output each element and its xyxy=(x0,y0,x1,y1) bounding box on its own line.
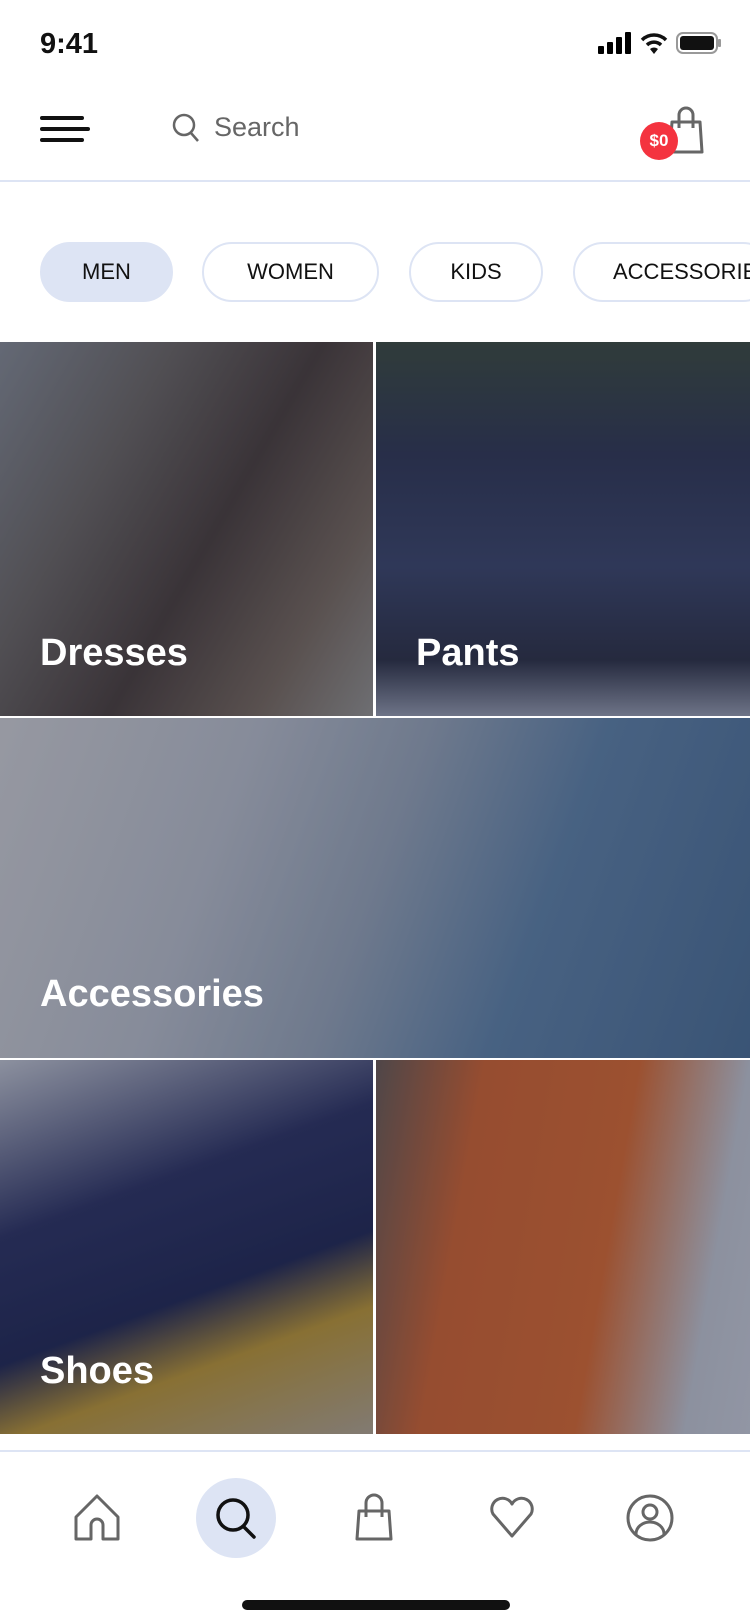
nav-favorites[interactable] xyxy=(472,1478,552,1558)
category-dresses[interactable]: Dresses xyxy=(0,342,373,716)
bag-icon xyxy=(355,1493,393,1541)
search-field[interactable]: Search xyxy=(172,112,300,143)
battery-icon xyxy=(676,32,721,54)
status-time: 9:41 xyxy=(40,28,99,60)
search-icon xyxy=(172,113,199,142)
category-pants[interactable]: Pants xyxy=(376,342,750,716)
status-icons xyxy=(598,32,722,54)
search-icon xyxy=(216,1498,256,1539)
nav-search[interactable] xyxy=(196,1478,276,1558)
profile-icon xyxy=(626,1494,674,1542)
category-shoes[interactable]: Shoes xyxy=(0,1060,373,1434)
category-label: Accessories xyxy=(40,973,264,1015)
bottom-nav-divider xyxy=(0,1450,750,1452)
wifi-icon xyxy=(640,33,668,54)
header-divider xyxy=(0,180,750,182)
nav-home[interactable] xyxy=(57,1478,137,1558)
category-label: Shoes xyxy=(40,1350,155,1392)
search-placeholder: Search xyxy=(214,112,300,142)
chip-accessories[interactable]: ACCESSORIES xyxy=(573,242,750,302)
home-icon xyxy=(74,1494,120,1541)
signal-icon xyxy=(598,32,631,54)
chip-women[interactable]: WOMEN xyxy=(202,242,379,302)
cart-badge: $0 xyxy=(640,122,678,160)
nav-profile[interactable] xyxy=(610,1478,690,1558)
category-accessories[interactable]: Accessories xyxy=(0,718,750,1058)
cart-button[interactable]: $0 xyxy=(640,106,706,162)
home-indicator[interactable] xyxy=(242,1600,510,1610)
chip-kids[interactable]: KIDS xyxy=(409,242,543,302)
chip-men[interactable]: MEN xyxy=(40,242,173,302)
nav-bag[interactable] xyxy=(334,1478,414,1558)
category-label: Dresses xyxy=(40,632,188,674)
menu-button[interactable] xyxy=(40,116,90,144)
heart-icon xyxy=(490,1496,534,1538)
category-tshirts[interactable] xyxy=(376,1060,750,1434)
category-label: Pants xyxy=(416,632,520,674)
